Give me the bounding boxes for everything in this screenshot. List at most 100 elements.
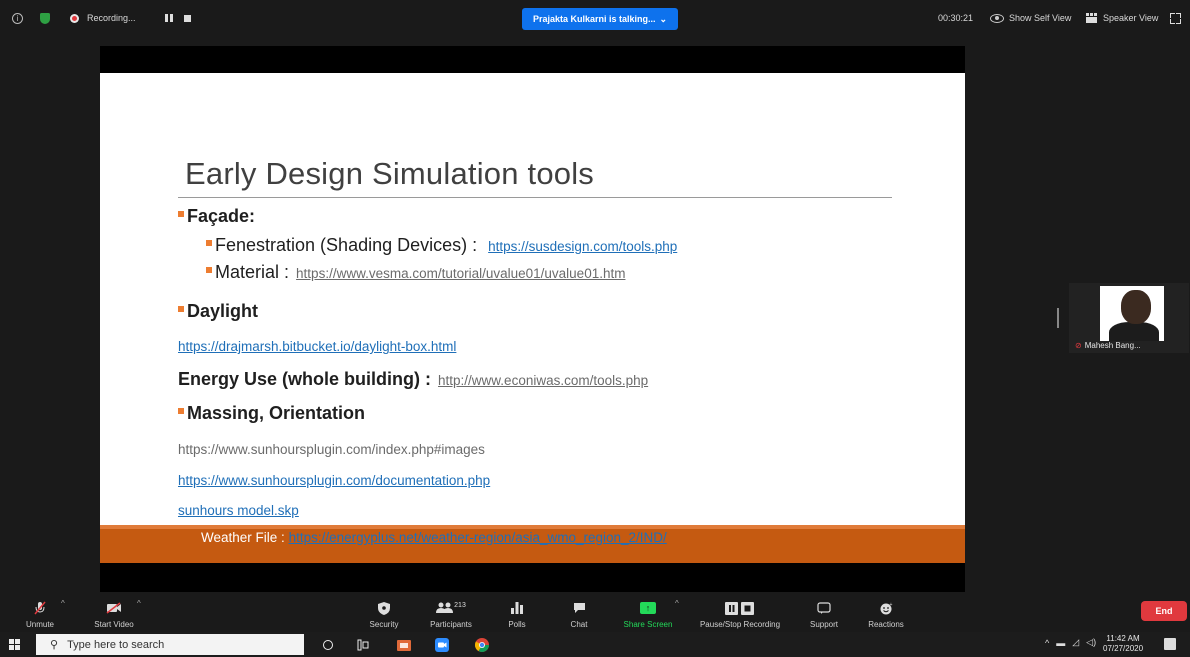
battery-icon[interactable]: ◿ [1072, 637, 1079, 648]
task-view-button[interactable] [355, 637, 371, 652]
pause-stop-recording-button[interactable]: Pause/Stop Recording [690, 592, 790, 632]
svg-text:+: + [889, 602, 892, 608]
speaker-view-icon [1086, 12, 1098, 24]
unmute-button[interactable]: Unmute ^ [18, 592, 65, 632]
polls-button[interactable]: Polls [500, 592, 534, 632]
taskbar-file-explorer[interactable] [394, 637, 414, 652]
reactions-button[interactable]: + Reactions [862, 592, 910, 632]
fenestration-link[interactable]: https://susdesign.com/tools.php [488, 239, 677, 254]
material-link[interactable]: https://www.vesma.com/tutorial/uvalue01/… [296, 266, 625, 281]
notification-icon[interactable] [1164, 638, 1176, 650]
file-explorer-icon [397, 639, 411, 651]
cortana-button[interactable] [320, 637, 336, 652]
polls-icon [511, 601, 523, 615]
participant-thumbnail[interactable]: ⊘ Mahesh Bang... [1069, 283, 1189, 353]
fullscreen-button[interactable] [1170, 9, 1181, 27]
massing-row-3: sunhours model.skp [178, 499, 299, 520]
weather-label: Weather File : [201, 530, 285, 545]
massing-row-1: https://www.sunhoursplugin.com/index.php… [178, 438, 485, 459]
pause-recording-button[interactable] [165, 9, 173, 27]
security-icon [378, 601, 390, 615]
energy-link[interactable]: http://www.econiwas.com/tools.php [438, 373, 648, 388]
reactions-icon: + [880, 601, 893, 615]
zoom-app-icon [435, 637, 449, 652]
participants-button[interactable]: 213 Participants [422, 592, 480, 632]
daylight-row: https://drajmarsh.bitbucket.io/daylight-… [178, 335, 456, 356]
recording-label: Recording... [87, 13, 136, 23]
clock-date: 07/27/2020 [1103, 644, 1144, 653]
meeting-info-button[interactable]: i [12, 9, 23, 27]
material-label: Material : [215, 262, 290, 282]
meeting-timer: 00:30:21 [938, 9, 973, 27]
taskbar-search-box[interactable]: ⚲ Type here to search [36, 634, 304, 655]
info-icon: i [12, 12, 23, 24]
windows-taskbar: ⚲ Type here to search ^ ▬ ◿ ◁) 11:42 AM … [0, 632, 1190, 657]
energy-row: Energy Use (whole building) : http://www… [178, 369, 648, 390]
end-meeting-button[interactable]: End [1141, 601, 1187, 621]
share-screen-icon: ↑ [640, 601, 656, 615]
taskbar-chrome[interactable] [472, 637, 492, 652]
share-screen-button[interactable]: ↑ Share Screen ^ [616, 592, 680, 632]
thumbnail-drag-handle[interactable] [1057, 308, 1059, 328]
bullet-icon [178, 306, 184, 313]
participant-video [1100, 286, 1164, 341]
massing-link-2[interactable]: https://www.sunhoursplugin.com/documenta… [178, 473, 490, 488]
network-icon[interactable]: ▬ [1056, 638, 1065, 648]
shared-slide: Early Design Simulation tools Façade: Fe… [100, 73, 965, 563]
windows-icon[interactable] [9, 639, 20, 650]
speaker-view-button[interactable]: Speaker View [1086, 9, 1158, 27]
record-icon [70, 13, 79, 23]
support-icon [817, 601, 831, 615]
daylight-link[interactable]: https://drajmarsh.bitbucket.io/daylight-… [178, 339, 456, 354]
chevron-up-icon[interactable]: ^ [675, 599, 679, 608]
massing-heading: Massing, Orientation [178, 403, 365, 424]
chat-icon [573, 601, 586, 615]
participant-name: ⊘ Mahesh Bang... [1075, 341, 1141, 350]
fenestration-row: Fenestration (Shading Devices) : https:/… [206, 235, 677, 256]
massing-link-1[interactable]: https://www.sunhoursplugin.com/index.php… [178, 442, 485, 457]
circle-icon [323, 639, 333, 650]
show-self-view-button[interactable]: Show Self View [990, 9, 1071, 27]
stop-recording-button[interactable] [184, 9, 191, 27]
speaker-view-label: Speaker View [1103, 13, 1159, 23]
bullet-icon [206, 267, 212, 274]
active-speaker-pill[interactable]: Prajakta Kulkarni is talking... ⌄ [522, 8, 678, 30]
facade-heading: Façade: [178, 206, 255, 227]
task-view-icon [357, 639, 369, 650]
chrome-icon [475, 637, 489, 652]
massing-row-2: https://www.sunhoursplugin.com/documenta… [178, 469, 490, 490]
chevron-up-icon[interactable]: ^ [61, 599, 65, 608]
fullscreen-icon [1170, 12, 1181, 24]
meeting-top-bar: i Recording... Prajakta Kulkarni is talk… [0, 0, 1190, 36]
pause-icon [165, 14, 173, 22]
participants-count: 213 [454, 601, 466, 609]
weather-row: Weather File : https://energyplus.net/we… [201, 530, 667, 545]
energy-label: Energy Use (whole building) : [178, 369, 432, 389]
system-tray[interactable]: ^ ▬ ◿ ◁) [1045, 637, 1096, 648]
encryption-shield-button[interactable] [40, 9, 50, 27]
start-video-button[interactable]: Start Video ^ [86, 592, 142, 632]
stop-icon [184, 14, 191, 22]
slide-title: Early Design Simulation tools [185, 156, 594, 191]
daylight-heading: Daylight [178, 301, 258, 322]
taskbar-zoom-app[interactable] [432, 637, 452, 652]
volume-icon[interactable]: ◁) [1086, 637, 1096, 648]
participants-icon: 213 [436, 601, 466, 615]
security-button[interactable]: Security [364, 592, 404, 632]
chevron-up-icon[interactable]: ^ [1045, 638, 1049, 648]
massing-link-3[interactable]: sunhours model.skp [178, 503, 299, 518]
chevron-up-icon[interactable]: ^ [137, 599, 141, 608]
clock-time: 11:42 AM [1106, 634, 1140, 643]
title-divider [178, 197, 892, 198]
show-self-view-label: Show Self View [1009, 13, 1072, 23]
fenestration-label: Fenestration (Shading Devices) : [215, 235, 478, 255]
weather-link[interactable]: https://energyplus.net/weather-region/as… [289, 530, 667, 545]
recording-indicator: Recording... [70, 9, 136, 27]
bullet-icon [206, 240, 212, 247]
bullet-icon [178, 408, 184, 415]
taskbar-clock[interactable]: 11:42 AM 07/27/2020 [1103, 634, 1143, 654]
support-button[interactable]: Support [804, 592, 844, 632]
pause-stop-recording-icon [725, 601, 755, 615]
meeting-toolbar: Unmute ^ Start Video ^ Security 213 Part… [0, 592, 1190, 632]
chat-button[interactable]: Chat [562, 592, 596, 632]
